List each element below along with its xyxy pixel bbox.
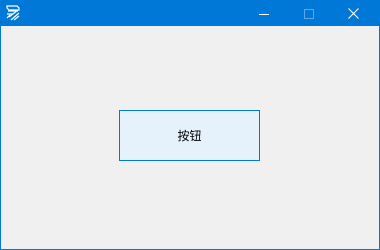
main-button-label: 按钮 (177, 129, 202, 143)
maximize-button (286, 1, 331, 26)
maximize-icon (303, 8, 314, 19)
close-button[interactable] (331, 1, 376, 26)
title-bar[interactable] (1, 1, 379, 26)
main-button[interactable]: 按钮 (119, 110, 260, 161)
app-window: 按钮 (0, 0, 380, 250)
minimize-button[interactable] (241, 1, 286, 26)
app-logo-icon[interactable] (5, 5, 21, 21)
minimize-icon (258, 9, 269, 19)
client-area: 按钮 (1, 26, 379, 249)
close-icon (348, 8, 359, 19)
